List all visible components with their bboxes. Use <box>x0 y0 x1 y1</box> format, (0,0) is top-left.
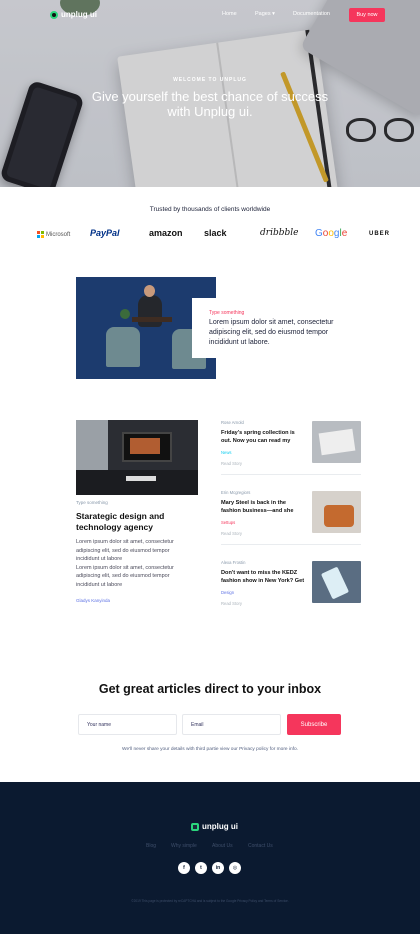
hero-eyebrow: WELCOME TO UNPLUG <box>173 77 247 83</box>
logo-text: unplug ui <box>61 10 97 19</box>
nav-link-pages-label: Pages <box>255 11 271 17</box>
side-article-tag: Erin Mcgregiors <box>221 490 251 495</box>
side-article-thumbnail[interactable] <box>312 491 361 533</box>
main-article-author[interactable]: Gladys Kanyinda <box>76 598 110 603</box>
side-article-title[interactable]: Mary Steel is back in the fashion busine… <box>221 499 305 515</box>
facebook-icon[interactable]: f <box>178 862 190 874</box>
subscribe-title: Get great articles direct to your inbox <box>98 682 322 696</box>
main-article-title[interactable]: Starategic design and technology agency <box>76 511 196 533</box>
side-article-thumbnail[interactable] <box>312 561 361 603</box>
side-article-category[interactable]: News <box>221 450 231 455</box>
footer-link-why-simple[interactable]: Why simple <box>171 843 197 849</box>
copyright-text: ©2019 This page is protected by reCAPTCH… <box>131 899 289 903</box>
logo-icon <box>191 822 199 831</box>
main-article-paragraph: Lorem ipsum dolor sit amet, consectetur … <box>76 539 174 562</box>
subscribe-button[interactable]: Subscribe <box>287 714 341 735</box>
main-article-image[interactable] <box>76 420 198 495</box>
read-story-link[interactable]: Read Story <box>221 461 242 466</box>
read-story-link[interactable]: Read Story <box>221 601 242 606</box>
buy-now-button[interactable]: Buy now <box>349 8 385 22</box>
feature-title[interactable]: Lorem ipsum dolor sit amet, consectetur … <box>209 318 344 348</box>
nav-link-pages[interactable]: Pages ▾ <box>255 11 275 17</box>
google-logo: Google <box>315 228 348 239</box>
main-article-body: Lorem ipsum dolor sit amet, consectetur … <box>76 538 191 589</box>
brand-logos-row: Microsoft PayPal amazon slack dribbble G… <box>34 225 394 245</box>
main-article-tag: Type something <box>76 500 108 505</box>
email-input[interactable] <box>182 714 281 735</box>
linkedin-icon[interactable]: in <box>212 862 224 874</box>
amazon-logo: amazon <box>149 228 183 238</box>
uber-logo: UBER <box>369 231 391 237</box>
microsoft-logo-text: Microsoft <box>46 231 71 238</box>
logo[interactable]: unplug ui <box>50 10 97 19</box>
footer-link-contact[interactable]: Contact Us <box>248 843 273 849</box>
side-article-tag: Alexa Frostin <box>221 560 246 565</box>
divider <box>221 474 361 475</box>
read-story-link[interactable]: Read Story <box>221 531 242 536</box>
twitter-icon[interactable]: t <box>195 862 207 874</box>
main-article-paragraph: Lorem ipsum dolor sit amet, consectetur … <box>76 564 174 588</box>
footer: unplug ui Blog Why simple About Us Conta… <box>0 782 420 934</box>
dribbble-logo: dribbble <box>260 228 299 238</box>
side-article-tag: Rose Arnold <box>221 420 244 425</box>
microsoft-icon <box>37 231 44 238</box>
name-input[interactable] <box>78 714 177 735</box>
side-article: Rose Arnold Friday's spring collection i… <box>221 420 361 480</box>
nav-link-home[interactable]: Home <box>222 11 237 17</box>
instagram-icon[interactable]: ◎ <box>229 862 241 874</box>
paypal-logo: PayPal <box>90 228 120 238</box>
hero-title: Give yourself the best chance of success… <box>91 89 329 119</box>
chevron-down-icon: ▾ <box>272 11 275 17</box>
footer-link-about[interactable]: About Us <box>212 843 233 849</box>
footer-logo[interactable]: unplug ui <box>191 822 238 831</box>
side-article-title[interactable]: Don't want to miss the KEDZ fashion show… <box>221 569 305 585</box>
side-article-thumbnail[interactable] <box>312 421 361 463</box>
side-article-category[interactable]: Design <box>221 590 234 595</box>
privacy-note: We'll never share your details with thir… <box>122 747 298 752</box>
side-article-category[interactable]: Settups <box>221 520 235 525</box>
logo-icon <box>50 10 58 19</box>
side-article: Alexa Frostin Don't want to miss the KED… <box>221 560 361 620</box>
nav-link-documentation[interactable]: Documentation <box>293 11 330 17</box>
hero-section: unplug ui Home Pages ▾ Documentation Buy… <box>0 0 420 187</box>
side-article-title[interactable]: Friday's spring collection is out. Now y… <box>221 429 305 445</box>
divider <box>221 544 361 545</box>
trusted-heading: Trusted by thousands of clients worldwid… <box>149 206 271 213</box>
slack-logo: slack <box>204 228 227 238</box>
side-article: Erin Mcgregiors Mary Steel is back in th… <box>221 490 361 550</box>
footer-link-blog[interactable]: Blog <box>146 843 156 849</box>
top-navbar: unplug ui Home Pages ▾ Documentation Buy… <box>0 0 420 30</box>
footer-logo-text: unplug ui <box>202 822 238 831</box>
social-links: f t in ◎ <box>178 862 241 874</box>
feature-tag: Type something <box>209 310 245 316</box>
microsoft-logo: Microsoft <box>37 231 70 238</box>
